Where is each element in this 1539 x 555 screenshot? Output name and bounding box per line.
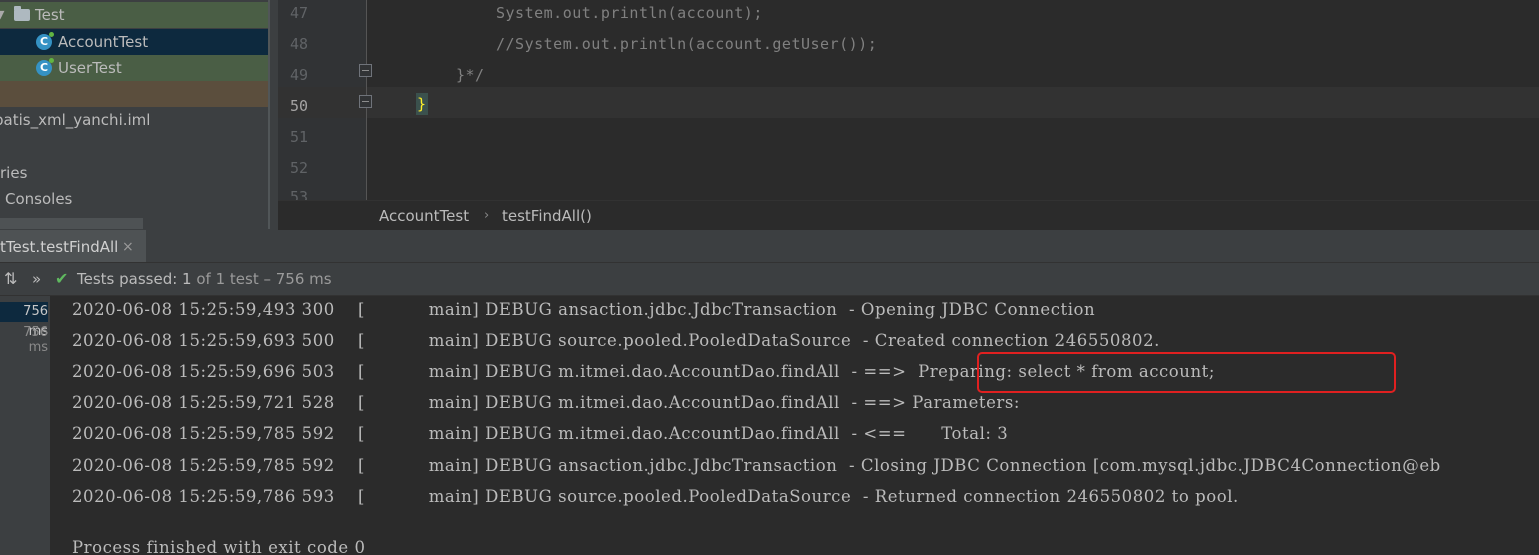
double-chevron-icon[interactable]: » <box>32 263 41 295</box>
code-editor[interactable]: 47 48 49 50 51 52 53 System.out.println(… <box>278 0 1539 200</box>
tab-run-testfindall[interactable]: tTest.testFindAll × <box>0 230 146 262</box>
tree-item-highlight[interactable] <box>0 81 268 107</box>
expand-arrow-icon[interactable]: ▼ <box>0 2 4 28</box>
line-number: 49 <box>289 66 308 84</box>
tree-item-label: Consoles <box>5 190 73 208</box>
matched-brace: } <box>416 93 428 115</box>
tree-item-iml-file[interactable]: batis_xml_yanchi.iml <box>0 107 268 133</box>
test-duration[interactable]: 756 ms <box>0 325 48 355</box>
line-number: 47 <box>289 4 308 22</box>
line-number-current: 50 <box>289 97 308 115</box>
tree-item-label: ries <box>0 164 28 182</box>
test-status-text: Tests passed: 1 of 1 test – 756 ms <box>77 263 332 295</box>
test-class-icon: C <box>36 58 54 76</box>
chevron-right-icon: › <box>484 208 490 223</box>
line-number: 52 <box>289 159 308 177</box>
console-output[interactable]: 2020-06-08 15:25:59,493 300 [ main] DEBU… <box>50 296 1539 555</box>
breadcrumb-class[interactable]: AccountTest <box>379 201 469 231</box>
status-prefix: Tests passed: <box>77 270 183 288</box>
test-class-icon: C <box>36 32 54 50</box>
tree-item-label: batis_xml_yanchi.iml <box>0 111 151 129</box>
line-number: 53 <box>289 188 308 200</box>
horizontal-scrollbar[interactable] <box>0 218 143 229</box>
tree-item-libraries[interactable]: ries <box>0 160 268 186</box>
status-count: 1 <box>182 270 192 288</box>
test-results-tree: 756 ms 756 ms <box>0 296 50 555</box>
annotation-highlight-box <box>977 352 1396 393</box>
line-number: 48 <box>289 35 308 53</box>
fold-collapse-icon[interactable] <box>359 64 372 77</box>
code-line: }*/ <box>456 66 485 84</box>
project-tree: ▼ Test C AccountTest C UserTest batis_xm… <box>0 0 268 229</box>
tree-item-accounttest[interactable]: C AccountTest <box>0 29 268 55</box>
tree-item-label: UserTest <box>58 59 122 77</box>
current-line-highlight <box>278 87 1539 118</box>
status-suffix: of 1 test – 756 ms <box>191 270 332 288</box>
log-line: 2020-06-08 15:25:59,785 592 [ main] DEBU… <box>72 424 1009 443</box>
breadcrumb-method[interactable]: testFindAll() <box>502 201 592 231</box>
check-icon: ✔ <box>55 269 69 288</box>
test-duration[interactable]: 756 ms <box>0 302 48 339</box>
run-tab-bar: tTest.testFindAll × <box>0 230 1539 263</box>
log-line: 2020-06-08 15:25:59,786 593 [ main] DEBU… <box>72 487 1239 506</box>
log-line: 2020-06-08 15:25:59,721 528 [ main] DEBU… <box>72 393 1026 412</box>
line-number: 51 <box>289 128 308 146</box>
tree-item-consoles[interactable]: Consoles <box>0 186 268 212</box>
code-line: System.out.println(account); <box>496 4 763 22</box>
log-line: 2020-06-08 15:25:59,693 500 [ main] DEBU… <box>72 331 1160 350</box>
breadcrumb: AccountTest › testFindAll() <box>278 200 1539 231</box>
tab-label: tTest.testFindAll <box>0 238 119 256</box>
folder-icon <box>14 6 30 21</box>
tree-item-usertest[interactable]: C UserTest <box>0 55 268 81</box>
test-status-bar: ⇅ » ✔ Tests passed: 1 of 1 test – 756 ms <box>0 263 1539 296</box>
sort-icon[interactable]: ⇅ <box>4 263 17 295</box>
tree-item-label: Test <box>35 6 65 24</box>
log-line-exit: Process finished with exit code 0 <box>72 538 366 555</box>
close-icon[interactable]: × <box>122 230 134 264</box>
log-line: 2020-06-08 15:25:59,785 592 [ main] DEBU… <box>72 456 1441 475</box>
code-line: //System.out.println(account.getUser()); <box>496 35 878 53</box>
log-line: 2020-06-08 15:25:59,493 300 [ main] DEBU… <box>72 300 1096 319</box>
splitter-line <box>268 0 270 229</box>
fold-collapse-icon[interactable] <box>359 95 372 108</box>
tree-item-test-folder[interactable]: ▼ Test <box>0 2 268 28</box>
tree-item-label: AccountTest <box>58 33 149 51</box>
